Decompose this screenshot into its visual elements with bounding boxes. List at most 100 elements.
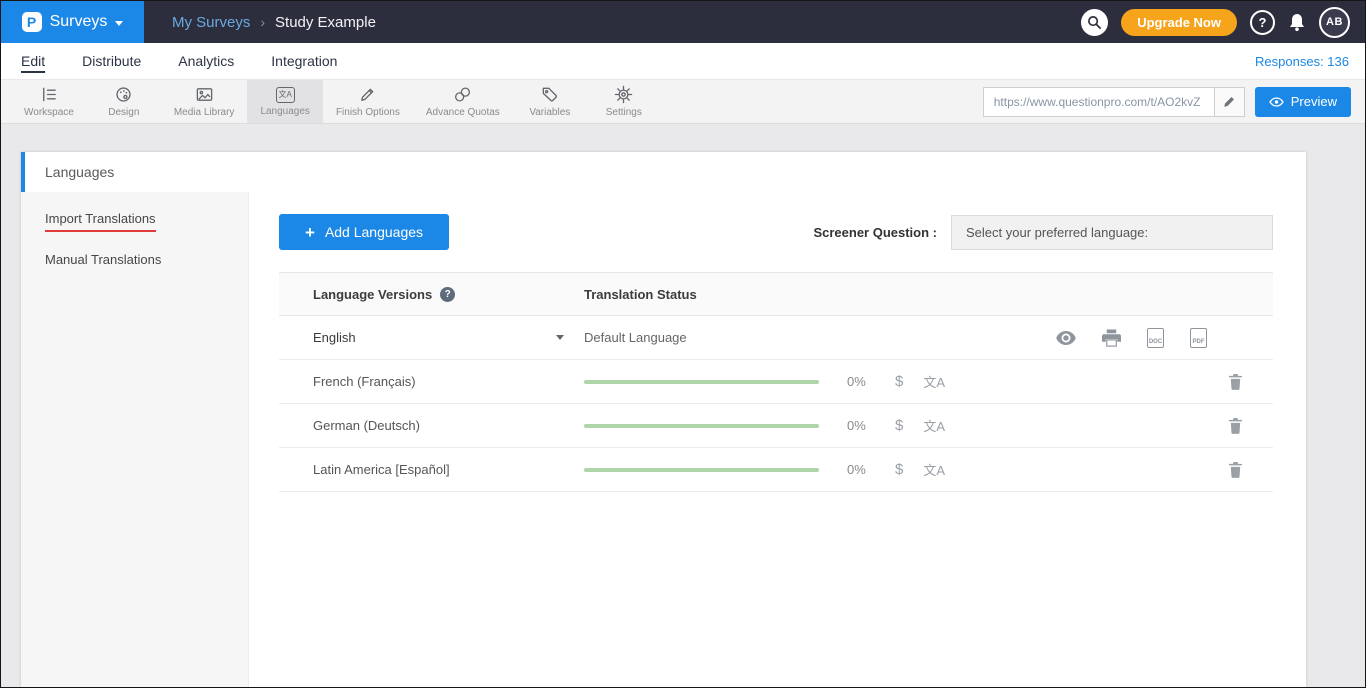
trash-icon [1228,417,1243,434]
translation-progress-bar [584,380,819,384]
status-cell: 0% $ 文A [584,416,1273,435]
status-cell: 0% $ 文A [584,372,1273,391]
toolbar-item-workspace[interactable]: Workspace [11,80,87,123]
app-window: P Surveys My Surveys › Study Example Upg… [0,0,1366,688]
header-label: Language Versions [313,287,432,302]
screener-question: Screener Question : Select your preferre… [813,215,1273,250]
breadcrumb-separator: › [260,14,265,30]
export-doc-button[interactable]: DOC [1147,328,1164,348]
paid-translation-button[interactable]: $ [895,417,903,434]
screener-question-select[interactable]: Select your preferred language: [951,215,1273,250]
pdf-file-icon: PDF [1190,328,1207,348]
panel-sidebar: Import Translations Manual Translations [21,192,249,687]
language-name: Latin America [Español] [313,462,450,477]
screener-question-label: Screener Question : [813,225,937,240]
trash-icon [1228,461,1243,478]
paid-translation-button[interactable]: $ [895,373,903,390]
plus-icon: + [305,224,315,241]
tab-distribute[interactable]: Distribute [82,53,141,69]
preview-button[interactable]: Preview [1255,87,1351,117]
survey-url-input[interactable] [984,88,1214,116]
bell-icon [1288,12,1306,32]
language-name-cell: German (Deutsch) [279,418,584,433]
topbar-actions: Upgrade Now ? AB [1081,7,1365,38]
chevron-down-icon[interactable] [556,335,564,340]
image-icon [195,85,214,104]
search-icon [1087,15,1102,30]
translate-button[interactable]: 文A [923,372,945,391]
avatar[interactable]: AB [1319,7,1350,38]
translation-percent: 0% [847,462,873,477]
edit-url-button[interactable] [1214,88,1244,116]
content-area: Languages Import Translations Manual Tra… [1,124,1365,687]
breadcrumb-my-surveys[interactable]: My Surveys [172,14,250,31]
languages-panel: Languages Import Translations Manual Tra… [21,152,1306,687]
print-button[interactable] [1102,329,1121,347]
language-name: English [313,330,356,345]
eye-icon [1056,331,1076,345]
header-language-versions: Language Versions ? [279,287,584,302]
sidebar-item-manual-translations[interactable]: Manual Translations [21,239,248,280]
product-switcher[interactable]: P Surveys [1,1,144,43]
status-cell: 0% $ 文A [584,460,1273,479]
header-label: Translation Status [584,287,697,302]
responses-count[interactable]: Responses: 136 [1255,54,1349,69]
add-languages-label: Add Languages [325,224,423,240]
chevron-down-icon [115,21,123,26]
pdf-label: PDF [1191,339,1206,345]
toolbar-item-label: Finish Options [336,107,400,118]
help-button[interactable]: ? [1250,10,1275,35]
translation-progress-bar [584,468,819,472]
toolbar-item-media-library[interactable]: Media Library [161,80,248,123]
toolbar-item-finish-options[interactable]: Finish Options [323,80,413,123]
tab-integration[interactable]: Integration [271,53,337,69]
delete-language-button[interactable] [1228,373,1243,390]
table-row-language: Latin America [Español] 0% $ 文A [279,448,1273,492]
table-row-language: French (Français) 0% $ 文A [279,360,1273,404]
export-pdf-button[interactable]: PDF [1190,328,1207,348]
doc-label: DOC [1148,339,1163,345]
table-row-default-language: English Default Language [279,316,1273,360]
pencil-icon [1223,95,1236,108]
toolbar-item-label: Media Library [174,107,235,118]
translate-icon: 文A [276,87,295,103]
table-header-row: Language Versions ? Translation Status [279,272,1273,316]
delete-language-button[interactable] [1228,461,1243,478]
panel-main: + Add Languages Screener Question : Sele… [249,192,1306,687]
toolbar-item-label: Advance Quotas [426,107,500,118]
header-translation-status: Translation Status [584,287,697,302]
trash-icon [1228,373,1243,390]
search-button[interactable] [1081,9,1108,36]
upgrade-now-button[interactable]: Upgrade Now [1121,9,1237,36]
toolbar-item-settings[interactable]: Settings [587,80,661,123]
printer-icon [1102,329,1121,347]
translate-button[interactable]: 文A [923,460,945,479]
sidebar-item-import-translations[interactable]: Import Translations [21,198,248,239]
toolbar-item-advance-quotas[interactable]: Advance Quotas [413,80,513,123]
sidebar-item-label: Import Translations [45,211,156,232]
panel-body: Import Translations Manual Translations … [21,192,1306,687]
paid-translation-button[interactable]: $ [895,461,903,478]
table-row-language: German (Deutsch) 0% $ 文A [279,404,1273,448]
links-icon [453,85,472,104]
edit-toolbar: Workspace Design Media Library 文A Langua… [1,80,1365,124]
tab-edit[interactable]: Edit [21,53,45,69]
brand-label: Surveys [50,13,108,31]
view-button[interactable] [1056,331,1076,345]
toolbar-item-design[interactable]: Design [87,80,161,123]
translation-percent: 0% [847,374,873,389]
tab-analytics[interactable]: Analytics [178,53,234,69]
breadcrumb: My Surveys › Study Example [172,14,376,31]
language-name-cell: Latin America [Español] [279,462,584,477]
help-icon[interactable]: ? [440,287,455,302]
delete-language-button[interactable] [1228,417,1243,434]
toolbar-item-variables[interactable]: Variables [513,80,587,123]
language-name: French (Français) [313,374,416,389]
add-languages-button[interactable]: + Add Languages [279,214,449,250]
gear-icon [614,85,633,104]
toolbar-item-languages[interactable]: 文A Languages [247,80,323,123]
translate-button[interactable]: 文A [923,416,945,435]
notifications-button[interactable] [1288,12,1306,32]
status-cell: Default Language DOC [584,328,1273,348]
pencil-icon [358,85,377,104]
